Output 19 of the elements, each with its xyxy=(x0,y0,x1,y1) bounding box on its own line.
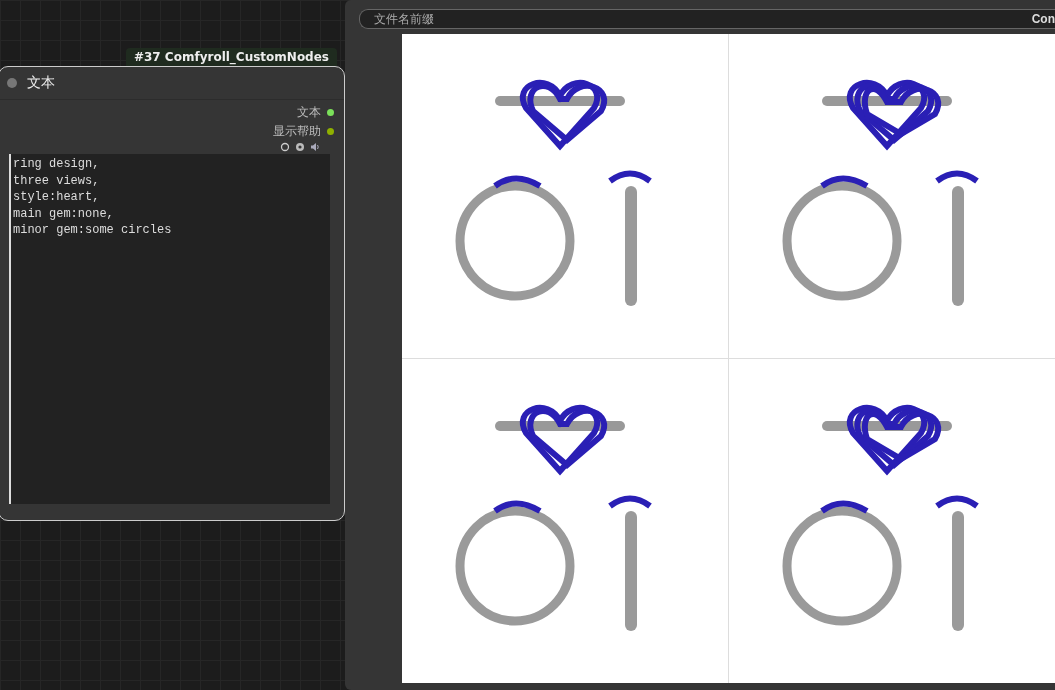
output-slot[interactable] xyxy=(327,109,334,116)
field-label: 文件名前缀 xyxy=(374,10,434,28)
node-badge: #37 Comfyroll_CustomNodes xyxy=(125,48,337,66)
speaker-icon[interactable] xyxy=(310,142,320,152)
image-cell[interactable] xyxy=(729,359,1055,683)
field-value: Con xyxy=(1031,12,1055,26)
collapse-dot-icon[interactable] xyxy=(7,78,17,88)
image-cell[interactable] xyxy=(729,34,1055,358)
node-title: 文本 xyxy=(27,74,55,92)
settings-icon[interactable] xyxy=(295,142,305,152)
output-label: 显示帮助 xyxy=(273,123,321,140)
filename-prefix-field[interactable]: 文件名前缀 Con xyxy=(359,9,1055,29)
output-slot[interactable] xyxy=(327,128,334,135)
output-label: 文本 xyxy=(297,104,321,121)
image-cell[interactable] xyxy=(402,359,728,683)
text-node[interactable]: 文本 文本 显示帮助 ring design, three views, style:heart, main gem:none, minor gem:some circles xyxy=(0,66,345,521)
image-cell[interactable] xyxy=(402,34,728,358)
circle-icon[interactable] xyxy=(280,142,290,152)
text-area[interactable]: ring design, three views, style:heart, main gem:none, minor gem:some circles xyxy=(9,154,330,504)
